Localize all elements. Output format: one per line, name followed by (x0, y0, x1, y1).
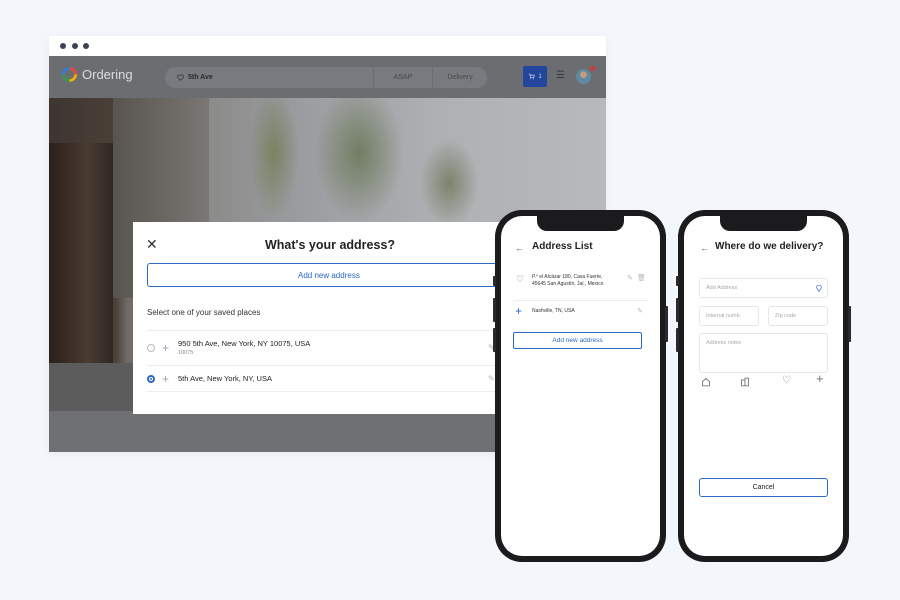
address-search-bar[interactable]: 5th Ave ASAP Delivery (165, 67, 487, 88)
heart-icon: ♡ (516, 274, 525, 284)
add-new-address-button[interactable]: Add new address (147, 263, 501, 287)
location-pin-icon (816, 285, 822, 292)
page-title: Address List (532, 241, 593, 252)
address-text: 950 5th Ave, New York, NY 10075, USA (178, 339, 311, 348)
saved-places-label: Select one of your saved places (147, 308, 261, 317)
divider (147, 391, 501, 392)
office-building-icon[interactable] (740, 377, 750, 387)
phone-notch (720, 216, 807, 231)
divider (513, 300, 648, 301)
plus-icon[interactable]: + (816, 372, 824, 385)
phone-button (493, 276, 496, 286)
hero-tree (314, 83, 404, 223)
address-line-1: Nashville, TN, USA (532, 308, 575, 314)
phone-address-list: ← Address List ♡ P.º el Alcázar 180, Cas… (493, 210, 668, 562)
heart-icon (177, 74, 184, 81)
zip-code-input[interactable]: Zip code (768, 306, 828, 326)
phone-button (493, 298, 496, 322)
add-new-address-button[interactable]: Add new address (513, 332, 642, 349)
phone-button (665, 306, 668, 342)
edit-pencil-icon[interactable]: ✎ (637, 307, 643, 315)
window-dot-icon[interactable] (83, 43, 89, 49)
address-list-item[interactable]: + Nashville, TN, USA ✎ (513, 304, 648, 322)
address-input[interactable]: Add Address (699, 278, 828, 298)
saved-address-row[interactable]: + 5th Ave, New York, NY, USA ✎ (147, 370, 501, 396)
address-list-item[interactable]: ♡ P.º el Alcázar 180, Casa Fuerte, 45645… (513, 271, 648, 297)
edit-pencil-icon[interactable]: ✎ (627, 274, 633, 282)
address-notes-input[interactable]: Address notes (699, 333, 828, 373)
internal-number-input[interactable]: Internal numb (699, 306, 759, 326)
logo-text: Ordering (82, 67, 133, 82)
address-modal: ✕ What's your address? Add new address S… (133, 222, 501, 414)
site-header: Ordering 5th Ave ASAP Delivery 1 ☰ (49, 56, 606, 98)
avatar[interactable] (576, 69, 591, 84)
address-input-placeholder: Add Address (706, 285, 738, 291)
cart-button[interactable]: 1 (523, 66, 547, 87)
address-line-1: P.º el Alcázar 180, Casa Fuerte, (532, 274, 603, 280)
radio-unselected[interactable] (147, 344, 155, 352)
logo-ring-icon (62, 67, 77, 82)
phone-notch (537, 216, 624, 231)
notification-dot (590, 66, 595, 71)
browser-titlebar (49, 36, 606, 56)
divider (147, 365, 501, 366)
modal-title: What's your address? (264, 238, 396, 252)
logo[interactable]: Ordering (62, 67, 133, 82)
saved-address-row[interactable]: + 950 5th Ave, New York, NY 10075, USA 1… (147, 336, 501, 362)
plus-icon: + (162, 372, 170, 386)
radio-selected[interactable] (147, 375, 155, 383)
cart-icon (529, 73, 536, 80)
address-line-2: 45645 San Agustín, Jal., Mexico (532, 281, 604, 287)
phone-button (676, 276, 679, 286)
phone-button (676, 328, 679, 352)
cancel-button[interactable]: Cancel (699, 478, 828, 497)
divider (147, 330, 501, 331)
phone-screen: ← Address List ♡ P.º el Alcázar 180, Cas… (501, 216, 660, 556)
window-dot-icon[interactable] (60, 43, 66, 49)
selected-address-text: 5th Ave (188, 74, 213, 81)
phone-button (493, 328, 496, 352)
page-title: Where do we delivery? (715, 241, 824, 252)
hamburger-menu-icon[interactable]: ☰ (556, 71, 565, 81)
order-type-selector[interactable]: Delivery (433, 74, 487, 81)
phone-button (848, 306, 851, 342)
phone-delivery-address: ← Where do we delivery? Add Address Inte… (676, 210, 851, 562)
phone-screen: ← Where do we delivery? Add Address Inte… (684, 216, 843, 556)
address-zip: 10075 (178, 350, 194, 356)
cart-count: 1 (538, 73, 542, 80)
back-arrow-icon[interactable]: ← (515, 243, 524, 253)
edit-pencil-icon[interactable]: ✎ (488, 374, 495, 383)
hero-tree (419, 138, 479, 228)
time-selector[interactable]: ASAP (374, 74, 432, 81)
phone-button (676, 298, 679, 322)
plus-icon: + (515, 304, 523, 318)
address-text: 5th Ave, New York, NY, USA (178, 374, 272, 383)
window-dot-icon[interactable] (72, 43, 78, 49)
plus-icon: + (162, 341, 170, 355)
home-icon[interactable] (701, 377, 711, 387)
trash-icon[interactable]: 🗑 (637, 274, 646, 282)
address-selector[interactable]: 5th Ave (165, 74, 373, 81)
hero-tree (249, 88, 299, 218)
hero-door (49, 143, 113, 375)
heart-icon[interactable]: ♡ (782, 376, 791, 386)
back-arrow-icon[interactable]: ← (700, 243, 709, 253)
